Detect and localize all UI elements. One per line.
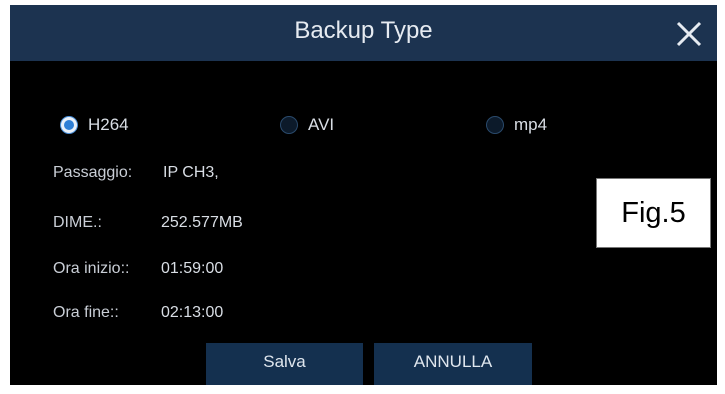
- end-time-label: Ora fine::: [53, 304, 119, 321]
- radio-unselected-icon[interactable]: [486, 116, 504, 134]
- size-label: DIME.:: [53, 214, 102, 231]
- passaggio-label: Passaggio:: [53, 164, 133, 181]
- close-icon[interactable]: [672, 17, 706, 51]
- format-option-avi[interactable]: AVI: [280, 110, 334, 140]
- save-button[interactable]: Salva: [206, 343, 363, 385]
- format-label-avi: AVI: [308, 115, 335, 134]
- format-label-mp4: mp4: [514, 115, 548, 134]
- radio-selected-icon[interactable]: [60, 116, 78, 134]
- start-time-value: 01:59:00: [161, 260, 224, 277]
- radio-unselected-icon[interactable]: [280, 116, 298, 134]
- format-label-h264: H264: [88, 115, 129, 134]
- start-time-label: Ora inizio::: [53, 260, 130, 277]
- passaggio-value: IP CH3,: [163, 164, 219, 181]
- format-option-h264[interactable]: H264: [60, 110, 129, 140]
- format-option-mp4[interactable]: mp4: [486, 110, 547, 140]
- size-value: 252.577MB: [161, 214, 243, 231]
- figure-label: Fig.5: [596, 178, 711, 248]
- dialog-title: Backup Type: [294, 17, 433, 44]
- end-time-value: 02:13:00: [161, 304, 224, 321]
- dialog-titlebar: Backup Type: [10, 5, 717, 61]
- cancel-button[interactable]: ANNULLA: [374, 343, 532, 385]
